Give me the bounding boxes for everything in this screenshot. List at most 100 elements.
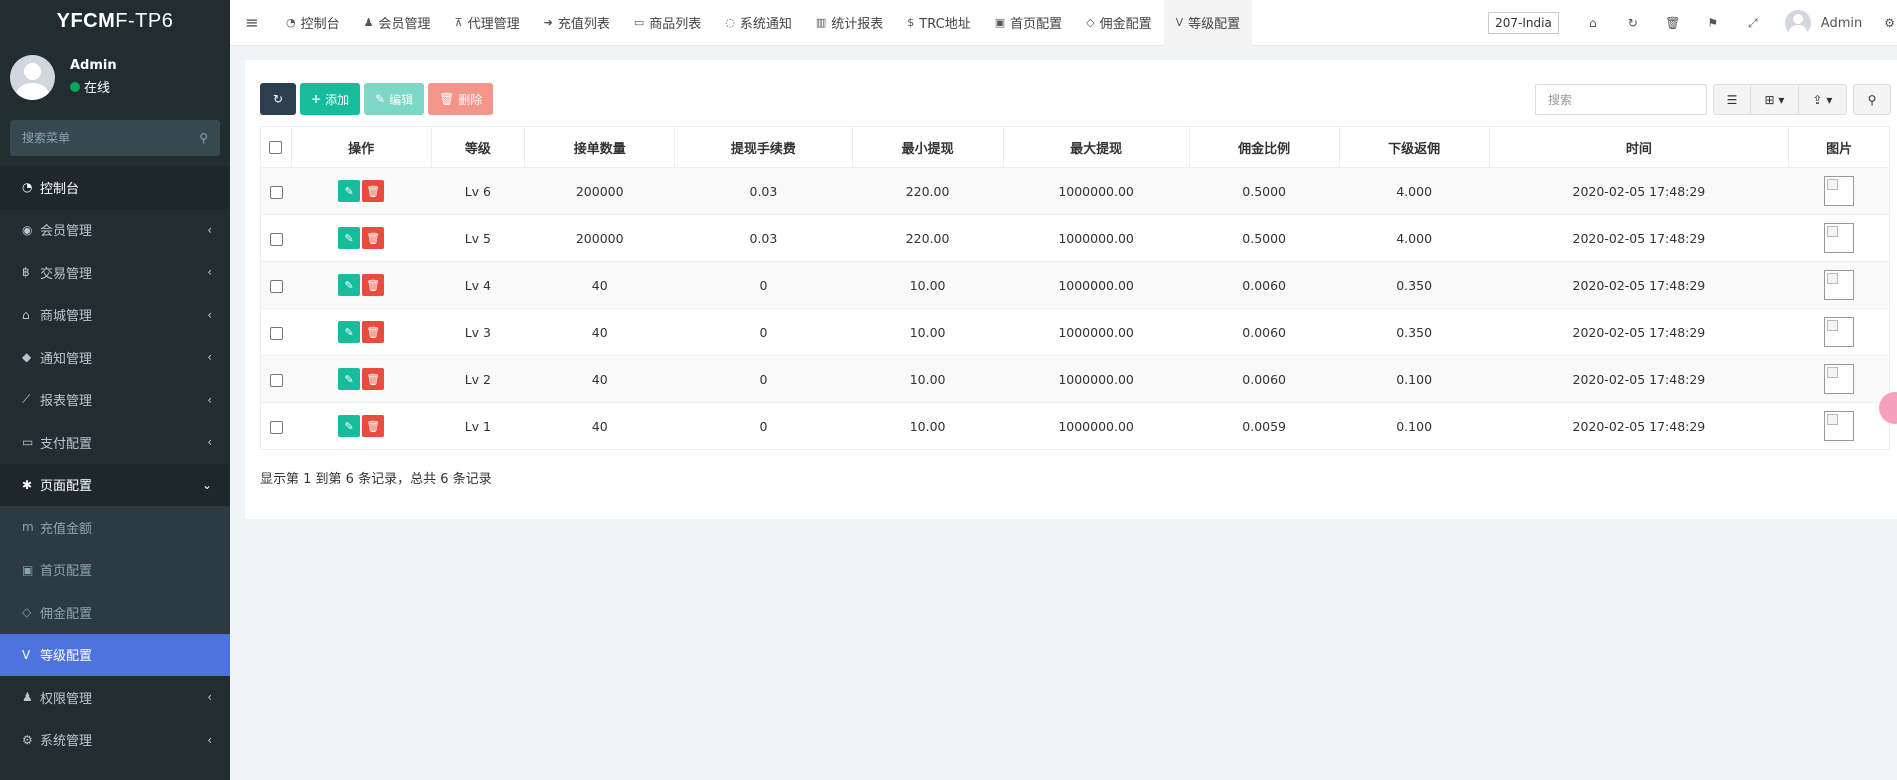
tab-1[interactable]: ♟ 会员管理 xyxy=(352,0,443,46)
column-header[interactable]: 等级 xyxy=(430,126,526,168)
table-search-input[interactable] xyxy=(1535,84,1707,115)
control-sidebar-gear-icon[interactable]: ⚙ xyxy=(1884,16,1895,30)
column-header[interactable]: 最小提现 xyxy=(851,126,1004,168)
row-checkbox[interactable] xyxy=(269,420,283,434)
column-header[interactable]: 佣金比例 xyxy=(1188,126,1340,168)
row-delete-button[interactable]: 🗑 xyxy=(362,321,385,343)
row-delete-button[interactable]: 🗑 xyxy=(362,368,385,390)
columns-dropdown-button[interactable]: ⊞ ▾ xyxy=(1751,84,1799,115)
row-edit-button[interactable]: ✎ xyxy=(338,227,361,249)
broken-image-icon[interactable] xyxy=(1823,270,1854,300)
column-header[interactable]: 最大提现 xyxy=(1002,126,1190,168)
tab-6[interactable]: ▥ 统计报表 xyxy=(804,0,895,46)
export-dropdown-button[interactable]: ⇪ ▾ xyxy=(1799,84,1847,115)
cell-ratio: 0.0060 xyxy=(1189,261,1340,309)
advanced-search-button[interactable]: ⚲ xyxy=(1853,84,1891,115)
tab-label: 系统通知 xyxy=(739,17,792,32)
language-icon[interactable]: ⚑ xyxy=(1693,16,1733,31)
row-delete-button[interactable]: 🗑 xyxy=(362,227,385,249)
table-row[interactable]: ✎ 🗑 Lv 1 40 0 10.00 1000000.00 0.0059 0.100 2020-… xyxy=(260,402,1890,450)
row-edit-button[interactable]: ✎ xyxy=(338,180,361,202)
row-checkbox[interactable] xyxy=(269,373,283,387)
delete-button[interactable]: 🗑 删除 xyxy=(428,83,494,115)
fullscreen-icon[interactable]: ⤢ xyxy=(1733,16,1773,31)
table-row[interactable]: ✎ 🗑 Lv 3 40 0 10.00 1000000.00 0.0060 0.350 2020-… xyxy=(260,308,1890,356)
sidebar-item-5[interactable]: ⟋ 报表管理 ‹ xyxy=(0,379,230,422)
broken-image-icon[interactable] xyxy=(1823,364,1854,394)
sidebar-item-1[interactable]: ◉ 会员管理 ‹ xyxy=(0,209,230,252)
broken-image-icon[interactable] xyxy=(1823,223,1854,253)
pagination-info: 显示第 1 到第 6 条记录，总共 6 条记录 xyxy=(260,472,492,487)
tab-5[interactable]: ◌ 系统通知 xyxy=(713,0,804,46)
square-icon: ▣ xyxy=(994,16,1006,29)
cell-min: 10.00 xyxy=(852,261,1004,309)
table-row[interactable]: ✎ 🗑 Lv 4 40 0 10.00 1000000.00 0.0060 0.350 2020-… xyxy=(260,261,1890,309)
row-delete-button[interactable]: 🗑 xyxy=(362,415,385,437)
tab-label: 佣金配置 xyxy=(1099,17,1152,32)
sidebar-item-6[interactable]: ▭ 支付配置 ‹ xyxy=(0,421,230,464)
table-tools: ☰ ⊞ ▾ ⇪ ▾ ⚲ xyxy=(1535,84,1891,115)
tab-9[interactable]: ◇ 佣金配置 xyxy=(1074,0,1163,46)
column-header[interactable]: 提现手续费 xyxy=(674,126,853,168)
tab-2[interactable]: ⊼ 代理管理 xyxy=(443,0,532,46)
sidebar-item-2[interactable]: ฿ 交易管理 ‹ xyxy=(0,251,230,294)
broken-image-icon[interactable] xyxy=(1823,411,1854,441)
sidebar-item-1[interactable]: ▣ 首页配置 xyxy=(0,548,230,591)
app-logo[interactable]: YFCMF-TP6 xyxy=(0,0,230,46)
table-row[interactable]: ✎ 🗑 Lv 5 200000 0.03 220.00 1000000.00 0.5000 4.… xyxy=(260,214,1890,262)
language-badge[interactable]: 207-India xyxy=(1488,12,1559,34)
sidebar-item-2[interactable]: ◇ 佣金配置 xyxy=(0,591,230,634)
broken-image-icon[interactable] xyxy=(1823,317,1854,347)
row-edit-button[interactable]: ✎ xyxy=(338,321,361,343)
sidebar-item-7[interactable]: ✱ 页面配置 ⌄ xyxy=(0,463,230,506)
row-delete-button[interactable]: 🗑 xyxy=(362,274,385,296)
sidebar-item-0[interactable]: ♟ 权限管理 ‹ xyxy=(0,676,230,719)
navbar-admin-name[interactable]: Admin xyxy=(1821,16,1862,31)
column-header[interactable]: 下级返佣 xyxy=(1338,126,1490,168)
column-header[interactable]: 接单数量 xyxy=(524,126,676,168)
sidebar-item-1[interactable]: ⚙ 系统管理 ‹ xyxy=(0,719,230,762)
trash-icon[interactable]: 🗑 xyxy=(1653,16,1693,31)
tab-0[interactable]: ◔ 控制台 xyxy=(274,0,352,46)
refresh-button[interactable]: ↻ xyxy=(260,83,296,115)
sidebar-item-3[interactable]: V 等级配置 xyxy=(0,633,230,676)
pencil-icon: ✎ xyxy=(344,278,354,292)
edit-button[interactable]: ✎ 编辑 xyxy=(364,83,425,115)
sidebar-item-0[interactable]: m 充值金额 xyxy=(0,506,230,549)
refresh-icon[interactable]: ↻ xyxy=(1613,16,1653,31)
row-checkbox[interactable] xyxy=(269,232,283,246)
tab-7[interactable]: $ TRC地址 xyxy=(895,0,982,46)
table-row[interactable]: ✎ 🗑 Lv 2 40 0 10.00 1000000.00 0.0060 0.100 2020-… xyxy=(260,355,1890,403)
column-header[interactable]: 时间 xyxy=(1488,126,1790,168)
content-panel: ↻ +添加 ✎编辑 🗑删除 ☰ ⊞ ▾ ⇪ ▾ ⚲ 操作等级接单数量提现手续费最… xyxy=(245,60,1897,519)
sidebar-item-3[interactable]: ⌂ 商城管理 ‹ xyxy=(0,294,230,337)
row-delete-button[interactable]: 🗑 xyxy=(362,180,385,202)
tab-8[interactable]: ▣ 首页配置 xyxy=(983,0,1074,46)
comments-icon: ◌ xyxy=(725,16,735,29)
toggle-view-button[interactable]: ☰ xyxy=(1713,84,1751,115)
table-row[interactable]: ✎ 🗑 Lv 6 200000 0.03 220.00 1000000.00 0.5000 4.… xyxy=(260,167,1890,215)
row-edit-button[interactable]: ✎ xyxy=(338,415,361,437)
tab-10[interactable]: V 等级配置 xyxy=(1163,0,1253,46)
row-checkbox[interactable] xyxy=(269,326,283,340)
row-checkbox[interactable] xyxy=(269,279,283,293)
search-icon[interactable]: ⚲ xyxy=(199,131,208,145)
menu-search-input[interactable] xyxy=(22,131,172,145)
row-edit-button[interactable]: ✎ xyxy=(338,274,361,296)
sidebar-item-4[interactable]: ◆ 通知管理 ‹ xyxy=(0,336,230,379)
credit-card-icon: ▭ xyxy=(22,435,34,450)
sidebar-toggle-icon[interactable]: ≡ xyxy=(230,13,274,32)
row-checkbox[interactable] xyxy=(269,185,283,199)
tab-3[interactable]: ➜ 充值列表 xyxy=(532,0,622,46)
add-button[interactable]: + 添加 xyxy=(300,83,361,115)
navbar-avatar[interactable] xyxy=(1784,10,1811,36)
row-edit-button[interactable]: ✎ xyxy=(338,368,361,390)
sidebar-item-0[interactable]: ◔ 控制台 xyxy=(0,166,230,209)
home-icon[interactable]: ⌂ xyxy=(1573,16,1613,31)
column-header[interactable]: 操作 xyxy=(290,126,432,168)
select-all-checkbox[interactable] xyxy=(269,140,283,154)
chevron-icon: ‹ xyxy=(207,222,212,237)
column-header[interactable]: 图片 xyxy=(1788,126,1890,168)
tab-4[interactable]: ▭ 商品列表 xyxy=(622,0,713,46)
broken-image-icon[interactable] xyxy=(1823,176,1854,206)
